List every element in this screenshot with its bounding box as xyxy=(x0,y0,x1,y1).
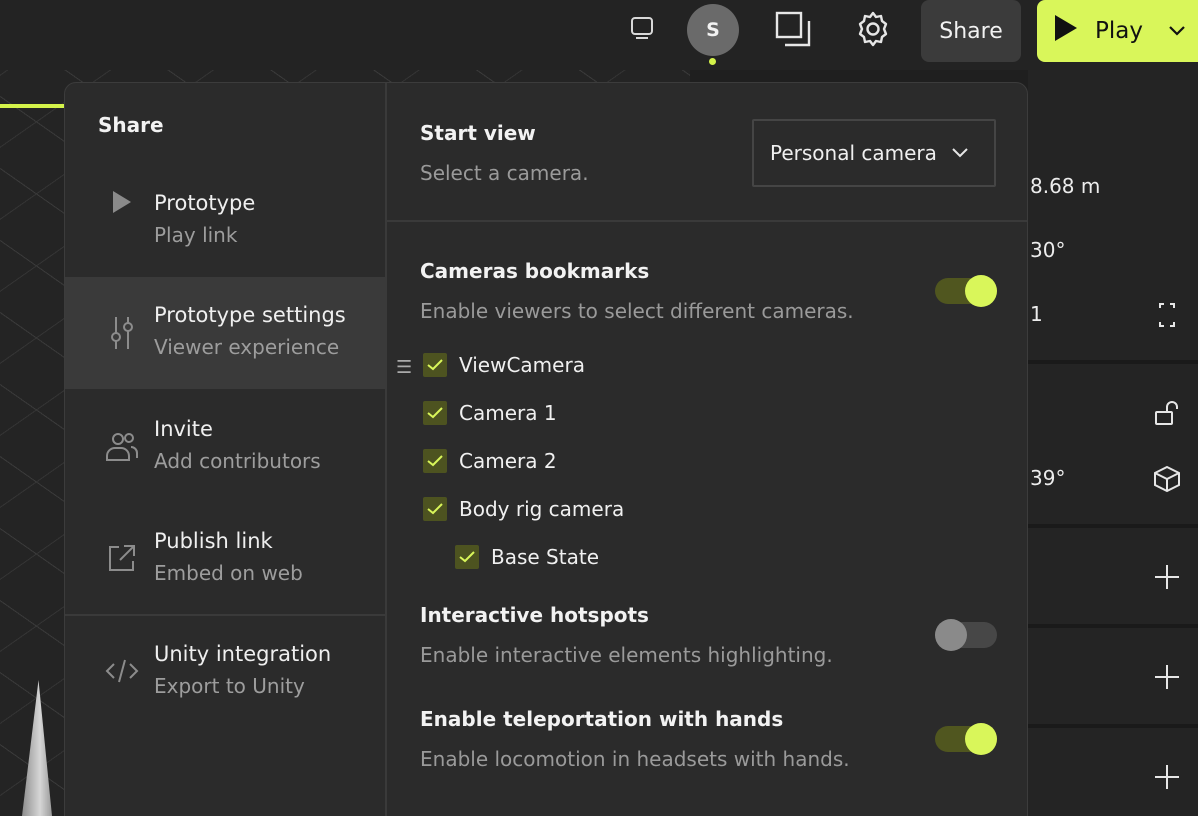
unlock-icon[interactable] xyxy=(1150,396,1184,430)
nav-item-label: Invite xyxy=(154,417,213,441)
camera-label: Body rig camera xyxy=(459,497,625,521)
code-icon xyxy=(105,654,139,688)
start-view-select[interactable]: Personal camera xyxy=(752,119,996,187)
nav-item-label: Unity integration xyxy=(154,642,332,666)
nav-item-publish-link[interactable]: Publish link Embed on web xyxy=(65,501,385,613)
camera-bookmarks-desc: Enable viewers to select different camer… xyxy=(420,299,854,323)
toggle-knob xyxy=(965,275,997,307)
start-view-title: Start view xyxy=(420,121,536,145)
panel-divider xyxy=(1028,624,1198,628)
property-value[interactable]: 8.68 m xyxy=(1030,174,1100,198)
expand-icon[interactable] xyxy=(1150,298,1184,332)
property-value[interactable]: 1 xyxy=(1030,302,1043,326)
plus-icon[interactable] xyxy=(1150,760,1184,794)
cube-icon[interactable] xyxy=(1150,462,1184,496)
external-link-icon xyxy=(105,541,139,575)
nav-item-sub: Viewer experience xyxy=(154,335,340,359)
camera-bookmarks-title: Cameras bookmarks xyxy=(420,259,650,283)
camera-label: Camera 1 xyxy=(459,401,557,425)
property-value[interactable]: 30° xyxy=(1030,238,1065,262)
settings-button[interactable] xyxy=(851,9,895,53)
play-button[interactable]: Play xyxy=(1037,0,1198,62)
property-value[interactable]: 39° xyxy=(1030,466,1065,490)
drag-handle-icon[interactable]: ☰ xyxy=(396,357,412,378)
share-button[interactable]: Share xyxy=(921,0,1021,62)
hotspots-toggle[interactable] xyxy=(935,619,997,651)
camera-item[interactable]: Camera 2 xyxy=(423,449,557,473)
play-label: Play xyxy=(1095,18,1143,44)
toggle-knob xyxy=(965,723,997,755)
viewport-accent-line xyxy=(0,104,64,108)
nav-item-label: Prototype xyxy=(154,191,256,215)
hotspots-desc: Enable interactive elements highlighting… xyxy=(420,643,833,667)
chevron-down-icon xyxy=(951,147,969,159)
teleport-title: Enable teleportation with hands xyxy=(420,707,784,731)
nav-item-sub: Embed on web xyxy=(154,561,303,585)
section-divider xyxy=(387,220,1027,222)
share-title: Share xyxy=(98,113,164,137)
camera-item[interactable]: Camera 1 xyxy=(423,401,557,425)
share-nav: Share Prototype Play link Prototype sett… xyxy=(65,83,387,816)
teleport-desc: Enable locomotion in headsets with hands… xyxy=(420,747,850,771)
plus-icon[interactable] xyxy=(1150,660,1184,694)
monitor-icon xyxy=(629,15,655,45)
panel-divider xyxy=(1028,724,1198,728)
camera-bookmarks-toggle[interactable] xyxy=(935,275,997,307)
gear-icon xyxy=(854,10,892,52)
checkbox[interactable] xyxy=(423,497,447,521)
presence-indicator xyxy=(709,58,716,65)
start-view-desc: Select a camera. xyxy=(420,161,589,185)
nav-item-prototype-settings[interactable]: Prototype settings Viewer experience xyxy=(65,277,385,389)
checkbox[interactable] xyxy=(423,449,447,473)
share-popover: Share Prototype Play link Prototype sett… xyxy=(64,82,1028,816)
camera-item[interactable]: Base State xyxy=(455,545,599,569)
checkbox[interactable] xyxy=(423,401,447,425)
sliders-icon xyxy=(105,315,139,349)
windows-icon xyxy=(774,10,812,52)
checkbox[interactable] xyxy=(455,545,479,569)
chevron-down-icon[interactable] xyxy=(1167,18,1187,44)
play-icon xyxy=(1053,13,1079,49)
nav-item-sub: Add contributors xyxy=(154,449,321,473)
play-triangle-icon xyxy=(105,185,139,219)
nav-item-unity-integration[interactable]: Unity integration Export to Unity xyxy=(65,616,385,728)
panel-divider xyxy=(1028,524,1198,528)
camera-item[interactable]: ViewCamera xyxy=(423,353,585,377)
camera-item[interactable]: Body rig camera xyxy=(423,497,624,521)
camera-label: ViewCamera xyxy=(459,353,585,377)
start-view-selected: Personal camera xyxy=(770,141,937,165)
nav-item-invite[interactable]: Invite Add contributors xyxy=(65,389,385,501)
nav-item-sub: Export to Unity xyxy=(154,674,305,698)
device-preview-button[interactable] xyxy=(622,10,662,50)
nav-item-label: Publish link xyxy=(154,529,273,553)
prototype-settings-content: Start view Select a camera. Personal cam… xyxy=(387,83,1027,816)
duplicate-window-button[interactable] xyxy=(771,9,815,53)
plus-icon[interactable] xyxy=(1150,560,1184,594)
nav-item-prototype[interactable]: Prototype Play link xyxy=(65,165,385,277)
panel-divider xyxy=(1028,360,1198,364)
hotspots-title: Interactive hotspots xyxy=(420,603,649,627)
teleport-toggle[interactable] xyxy=(935,723,997,755)
toggle-knob xyxy=(935,619,967,651)
camera-label: Base State xyxy=(491,545,599,569)
people-icon xyxy=(105,429,139,463)
nav-item-label: Prototype settings xyxy=(154,303,346,327)
camera-label: Camera 2 xyxy=(459,449,557,473)
user-avatar[interactable]: S xyxy=(687,4,739,56)
nav-item-sub: Play link xyxy=(154,223,238,247)
checkbox[interactable] xyxy=(423,353,447,377)
